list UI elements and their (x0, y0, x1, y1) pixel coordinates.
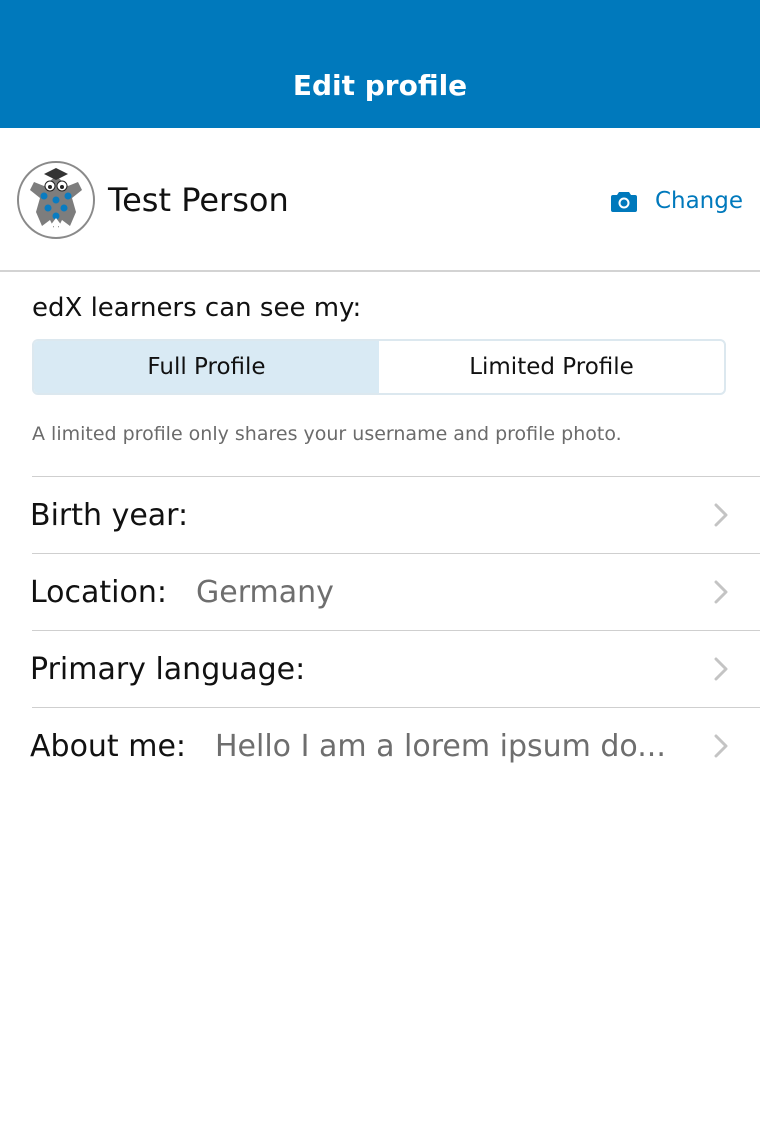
chevron-right-icon (714, 734, 728, 758)
field-row-birth-year[interactable]: Birth year: (30, 476, 760, 553)
privacy-help-text: A limited profile only shares your usern… (32, 423, 622, 445)
field-label: Birth year: (30, 498, 189, 533)
field-value: Germany (196, 575, 334, 610)
field-row-about-me[interactable]: About me: Hello I am a lorem ipsum do... (30, 707, 760, 784)
chevron-right-icon (714, 657, 728, 681)
field-value: Hello I am a lorem ipsum do... (215, 729, 666, 764)
privacy-label: edX learners can see my: (32, 293, 362, 323)
chevron-right-icon (714, 503, 728, 527)
profile-header: Test Person Change (0, 128, 760, 270)
field-label: Primary language: (30, 652, 306, 687)
page-title: Edit profile (292, 69, 468, 102)
change-photo-button[interactable]: Change (610, 184, 743, 218)
profile-fields: Birth year: Location: Germany Primary la… (30, 476, 760, 784)
field-label: About me: (30, 729, 187, 764)
segment-limited-profile[interactable]: Limited Profile (379, 341, 724, 393)
field-label: Location: (30, 575, 167, 610)
avatar (17, 161, 95, 239)
camera-icon (610, 192, 637, 212)
divider (0, 270, 760, 272)
chevron-right-icon (714, 580, 728, 604)
field-row-primary-language[interactable]: Primary language: (30, 630, 760, 707)
navigation-bar: Edit profile (0, 0, 760, 128)
profile-name: Test Person (108, 181, 289, 219)
field-row-location[interactable]: Location: Germany (30, 553, 760, 630)
profile-visibility-control: Full Profile Limited Profile (32, 339, 726, 395)
change-photo-label: Change (654, 188, 743, 214)
segment-full-profile[interactable]: Full Profile (34, 341, 379, 393)
